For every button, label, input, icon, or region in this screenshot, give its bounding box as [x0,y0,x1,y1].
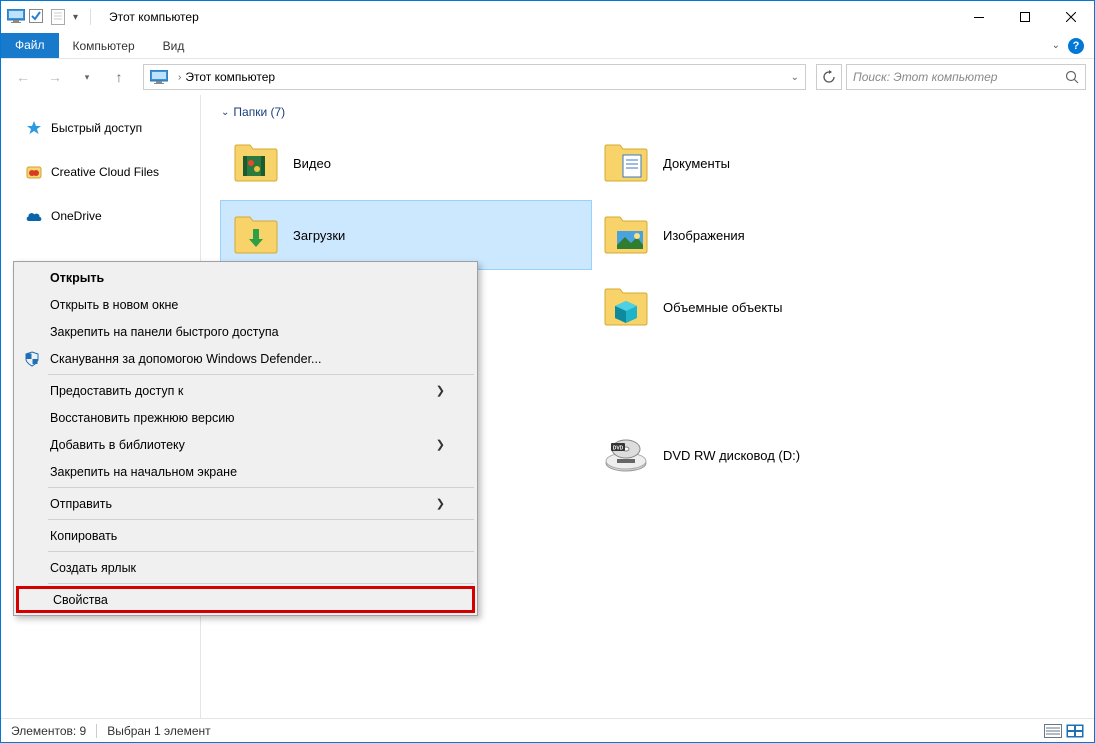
documents-folder-icon [603,143,649,183]
ctx-send-to[interactable]: Отправить❯ [16,490,475,517]
qat-checkbox-icon[interactable] [29,9,45,25]
crumb-sep-icon[interactable]: › [178,72,181,83]
sidebar-item-label: OneDrive [51,209,102,223]
folder-downloads[interactable]: Загрузки [221,201,591,269]
folder-label: Загрузки [293,228,345,243]
navbar: ← → ▾ ↑ › Этот компьютер ⌄ Поиск: Этот к… [1,59,1094,95]
sidebar-item-creative-cloud[interactable]: Creative Cloud Files [1,157,200,187]
maximize-button[interactable] [1002,1,1048,33]
close-button[interactable] [1048,1,1094,33]
ctx-open-new-window[interactable]: Открыть в новом окне [16,291,475,318]
view-mode-switcher [1044,724,1084,738]
ctx-separator [48,519,474,520]
window-title: Этот компьютер [109,10,199,24]
ribbon-tabs: Файл Компьютер Вид ⌄ ? [1,33,1094,59]
drive-dvd[interactable]: DVD DVD RW дисковод (D:) [591,423,961,487]
this-pc-icon [7,9,23,25]
folder-images[interactable]: Изображения [591,201,961,269]
help-icon[interactable]: ? [1068,38,1084,54]
submenu-arrow-icon: ❯ [436,497,445,510]
qat-separator [90,9,91,25]
sidebar-item-label: Creative Cloud Files [51,165,159,179]
ctx-pin-start[interactable]: Закрепить на начальном экране [16,458,475,485]
statusbar: Элементов: 9 Выбран 1 элемент [1,718,1094,742]
ctx-create-shortcut[interactable]: Создать ярлык [16,554,475,581]
cc-icon [25,163,43,181]
refresh-button[interactable] [816,64,842,90]
folder-3d-objects[interactable]: Объемные объекты [591,273,961,341]
section-label: Папки (7) [233,105,285,119]
search-placeholder: Поиск: Этот компьютер [853,70,997,84]
submenu-arrow-icon: ❯ [436,438,445,451]
address-right: ⌄ [791,72,799,83]
menu-computer[interactable]: Компьютер [59,34,149,58]
sidebar-item-onedrive[interactable]: OneDrive [1,201,200,231]
downloads-folder-icon [233,215,279,255]
video-folder-icon [233,143,279,183]
status-count: Элементов: 9 [11,724,86,738]
svg-text:DVD: DVD [613,446,624,452]
ctx-restore-previous[interactable]: Восстановить прежнюю версию [16,404,475,431]
collapse-icon: ⌄ [221,107,229,118]
window-controls [956,1,1094,33]
folder-label: Видео [293,156,331,171]
images-folder-icon [603,215,649,255]
ctx-copy[interactable]: Копировать [16,522,475,549]
ctx-open[interactable]: Открыть [16,264,475,291]
address-pc-icon [150,70,168,84]
nav-up-button[interactable]: ↑ [105,63,133,91]
drive-label: DVD RW дисковод (D:) [663,448,800,463]
folder-label: Объемные объекты [663,300,783,315]
ctx-grant-access[interactable]: Предоставить доступ к❯ [16,377,475,404]
view-large-icons-icon[interactable] [1066,724,1084,738]
ctx-separator [48,583,474,584]
status-selected: Выбран 1 элемент [107,724,210,738]
sidebar-item-quick-access[interactable]: Быстрый доступ [1,113,200,143]
ctx-separator [48,551,474,552]
folder-label: Изображения [663,228,745,243]
qat-properties-icon[interactable] [51,9,67,25]
folder-documents[interactable]: Документы [591,129,961,197]
nav-back-button[interactable]: ← [9,63,37,91]
dvd-drive-icon: DVD [603,435,649,475]
context-menu: Открыть Открыть в новом окне Закрепить н… [13,261,478,616]
nav-forward-button[interactable]: → [41,63,69,91]
folder-label: Документы [663,156,730,171]
ctx-separator [48,374,474,375]
ctx-properties[interactable]: Свойства [16,586,475,613]
qat-dropdown-icon[interactable]: ▾ [73,12,78,23]
status-divider [96,724,97,738]
ctx-defender-scan[interactable]: Сканування за допомогою Windows Defender… [16,345,475,372]
folder-video[interactable]: Видео [221,129,591,197]
ctx-pin-quick-access[interactable]: Закрепить на панели быстрого доступа [16,318,475,345]
address-dropdown-icon[interactable]: ⌄ [791,72,799,83]
explorer-window: ▾ Этот компьютер Файл Компьютер Вид ⌄ ? … [0,0,1095,743]
section-folders-header[interactable]: ⌄ Папки (7) [221,105,1094,119]
titlebar: ▾ Этот компьютер [1,1,1094,33]
search-input[interactable]: Поиск: Этот компьютер [846,64,1086,90]
menu-view[interactable]: Вид [149,34,199,58]
search-icon[interactable] [1065,70,1079,84]
breadcrumb[interactable]: Этот компьютер [185,70,275,84]
submenu-arrow-icon: ❯ [436,384,445,397]
view-details-icon[interactable] [1044,724,1062,738]
ribbon-right: ⌄ ? [1052,38,1094,54]
titlebar-left: ▾ Этот компьютер [7,9,199,25]
minimize-button[interactable] [956,1,1002,33]
nav-recent-dropdown[interactable]: ▾ [73,63,101,91]
ctx-separator [48,487,474,488]
star-icon [25,119,43,137]
3d-objects-folder-icon [603,287,649,327]
sidebar-item-label: Быстрый доступ [51,121,142,135]
defender-shield-icon [22,349,42,369]
ribbon-expand-icon[interactable]: ⌄ [1052,40,1060,51]
menu-file[interactable]: Файл [1,33,59,58]
address-bar[interactable]: › Этот компьютер ⌄ [143,64,806,90]
onedrive-icon [25,207,43,225]
ctx-add-library[interactable]: Добавить в библиотеку❯ [16,431,475,458]
